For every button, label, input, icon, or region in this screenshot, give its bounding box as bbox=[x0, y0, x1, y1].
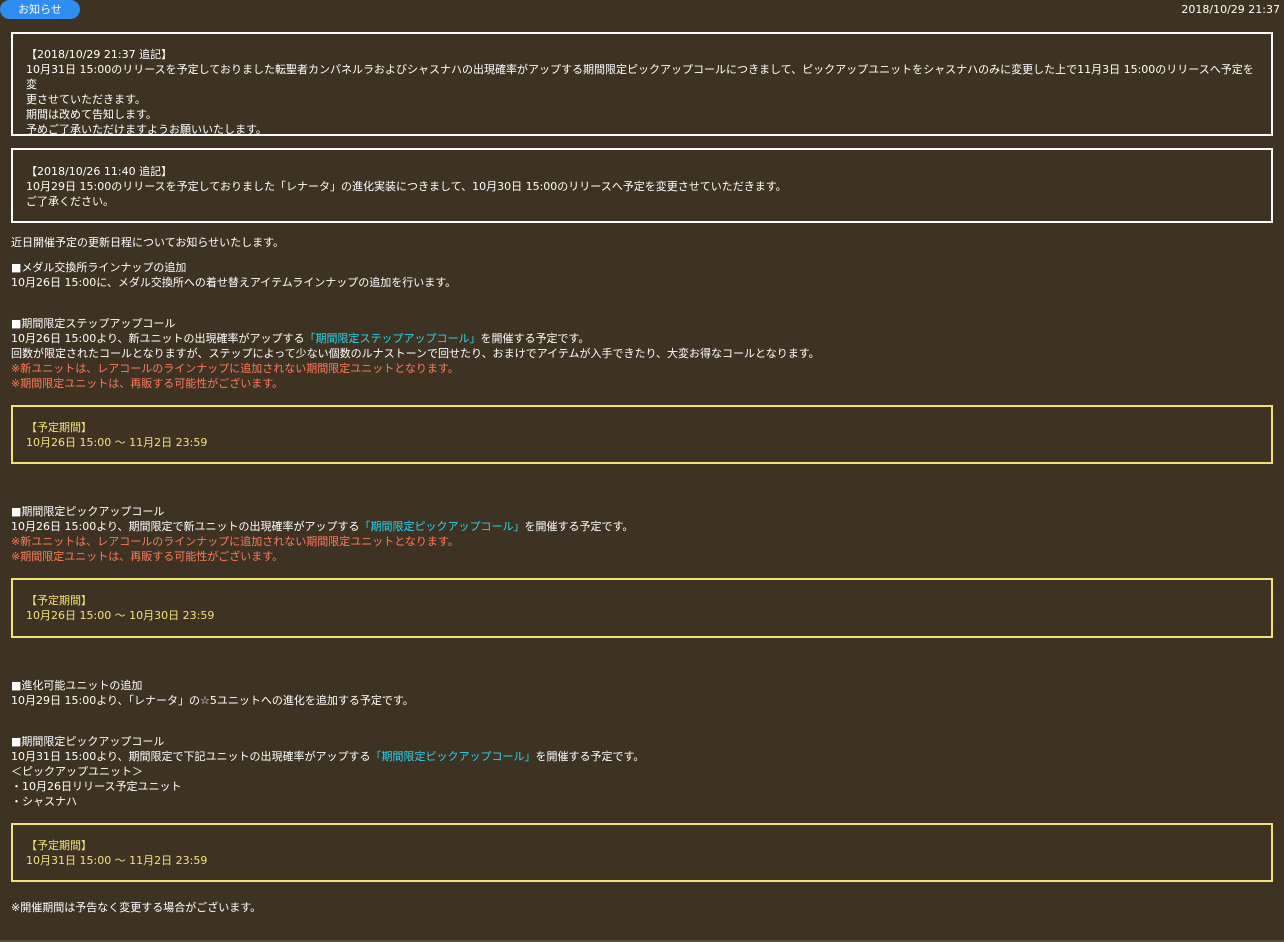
footer-note: ※開催期間は予告なく変更する場合がございます。 bbox=[11, 901, 262, 914]
notice-content: 【2018/10/29 21:37 追記】 10月31日 15:00のリリースを… bbox=[11, 32, 1273, 915]
pickup-unit-item: ・10月26日リリース予定ユニット bbox=[11, 780, 182, 793]
pickup-unit-item: ・シャスナハ bbox=[11, 795, 77, 808]
period-value: 10月26日 15:00 ～ 11月2日 23:59 bbox=[26, 436, 208, 449]
notice-text: 10月29日 15:00のリリースを予定しておりました「レナータ」の進化実装につ… bbox=[26, 180, 787, 193]
period-label: 【予定期間】 bbox=[26, 594, 92, 607]
notice-text: 期間は改めて告知します。 bbox=[26, 108, 157, 121]
section-body-pickup-2: 10月31日 15:00より、期間限定で下記ユニットの出現確率がアップする「期間… bbox=[11, 749, 1273, 764]
notice-text: 10月31日 15:00のリリースを予定しておりました転聖者カンパネルラおよびシ… bbox=[26, 63, 1254, 91]
body-text: を開催する予定です。 bbox=[480, 332, 590, 345]
body-text: 10月26日 15:00より、新ユニットの出現確率がアップする bbox=[11, 332, 305, 345]
section-body-stepup-detail: 回数が限定されたコールとなりますが、ステップによって少ない個数のルナストーンで回… bbox=[11, 347, 820, 360]
section-heading-stepup: ■期間限定ステップアップコール bbox=[11, 317, 176, 330]
period-value: 10月31日 15:00 ～ 11月2日 23:59 bbox=[26, 854, 208, 867]
timestamp: 2018/10/29 21:37 bbox=[1181, 3, 1280, 16]
pickup-call-link[interactable]: 「期間限定ピックアップコール」 bbox=[360, 520, 525, 533]
warning-note: ※新ユニットは、レアコールのラインナップに追加されない期間限定ユニットとなります… bbox=[11, 362, 459, 375]
section-body-medal: 10月26日 15:00に、メダル交換所への着せ替えアイテムラインナップの追加を… bbox=[11, 276, 457, 289]
pickup-units-label: ＜ピックアップユニット＞ bbox=[11, 765, 143, 778]
notice-title: 【2018/10/26 11:40 追記】 bbox=[26, 165, 173, 178]
body-text: を開催する予定です。 bbox=[535, 750, 645, 763]
period-value: 10月26日 15:00 ～ 10月30日 23:59 bbox=[26, 609, 215, 622]
update-notice-box-2: 【2018/10/26 11:40 追記】 10月29日 15:00のリリースを… bbox=[11, 148, 1273, 223]
intro-text: 近日開催予定の更新日程についてお知らせいたします。 bbox=[11, 236, 285, 249]
notice-text: 更させていただきます。 bbox=[26, 93, 146, 106]
section-body-stepup: 10月26日 15:00より、新ユニットの出現確率がアップする「期間限定ステップ… bbox=[11, 331, 1273, 346]
period-label: 【予定期間】 bbox=[26, 421, 92, 434]
body-text: を開催する予定です。 bbox=[524, 520, 634, 533]
period-box-pickup-1: 【予定期間】 10月26日 15:00 ～ 10月30日 23:59 bbox=[11, 578, 1273, 638]
notice-text: 予めご了承いただけますようお願いいたします。 bbox=[26, 123, 267, 136]
section-heading-medal: ■メダル交換所ラインナップの追加 bbox=[11, 261, 187, 274]
section-heading-pickup-1: ■期間限定ピックアップコール bbox=[11, 505, 165, 518]
warning-note: ※新ユニットは、レアコールのラインナップに追加されない期間限定ユニットとなります… bbox=[11, 535, 459, 548]
section-heading-evolve: ■進化可能ユニットの追加 bbox=[11, 679, 143, 692]
stepup-call-link[interactable]: 「期間限定ステップアップコール」 bbox=[305, 332, 481, 345]
notice-badge[interactable]: お知らせ bbox=[0, 0, 80, 19]
period-label: 【予定期間】 bbox=[26, 839, 92, 852]
period-box-stepup: 【予定期間】 10月26日 15:00 ～ 11月2日 23:59 bbox=[11, 405, 1273, 464]
section-heading-pickup-2: ■期間限定ピックアップコール bbox=[11, 735, 165, 748]
top-bar: お知らせ 2018/10/29 21:37 bbox=[0, 0, 1284, 20]
period-box-pickup-2: 【予定期間】 10月31日 15:00 ～ 11月2日 23:59 bbox=[11, 823, 1273, 882]
warning-note: ※期間限定ユニットは、再販する可能性がございます。 bbox=[11, 377, 284, 390]
notice-title: 【2018/10/29 21:37 追記】 bbox=[26, 48, 173, 61]
notice-text: ご了承ください。 bbox=[26, 195, 114, 208]
section-body-pickup-1: 10月26日 15:00より、期間限定で新ユニットの出現確率がアップする「期間限… bbox=[11, 519, 1273, 534]
section-body-evolve: 10月29日 15:00より、「レナータ」の☆5ユニットへの進化を追加する予定で… bbox=[11, 694, 414, 707]
update-notice-box-1: 【2018/10/29 21:37 追記】 10月31日 15:00のリリースを… bbox=[11, 32, 1273, 136]
warning-note: ※期間限定ユニットは、再販する可能性がございます。 bbox=[11, 550, 284, 563]
body-text: 10月26日 15:00より、期間限定で新ユニットの出現確率がアップする bbox=[11, 520, 360, 533]
body-text: 10月31日 15:00より、期間限定で下記ユニットの出現確率がアップする bbox=[11, 750, 371, 763]
pickup-call-link[interactable]: 「期間限定ピックアップコール」 bbox=[371, 750, 536, 763]
